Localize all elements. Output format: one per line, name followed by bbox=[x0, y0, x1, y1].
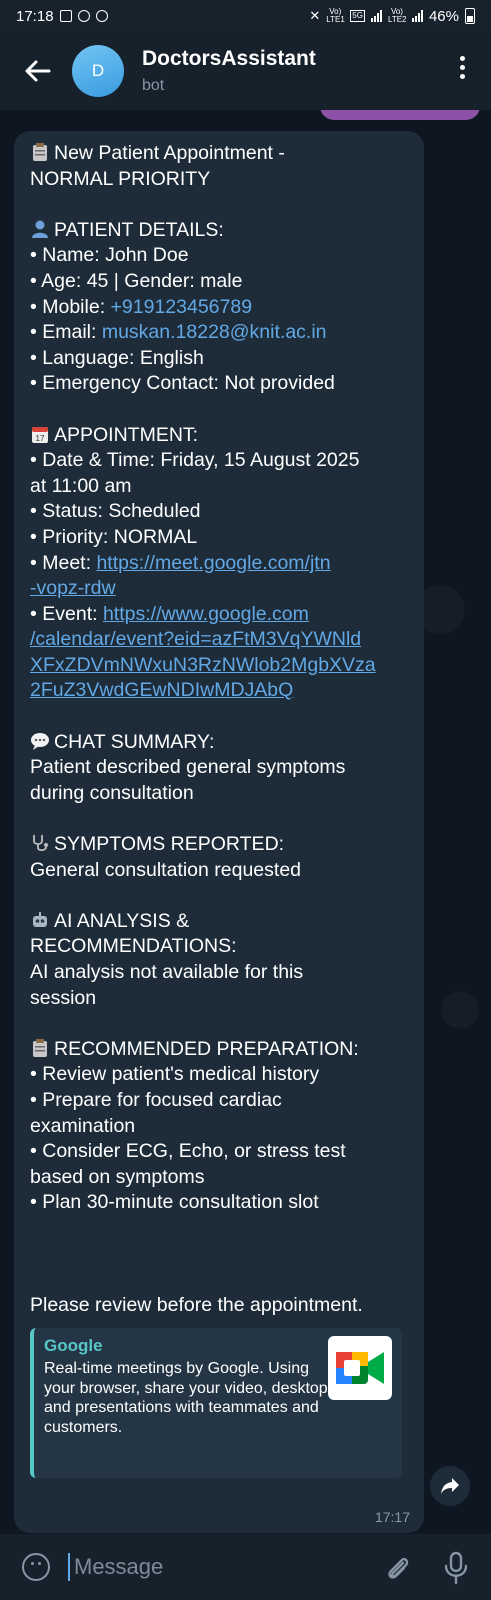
chat-area[interactable]: New Patient Appointment - NORMAL PRIORIT… bbox=[0, 110, 491, 1534]
stethoscope-icon bbox=[33, 835, 48, 852]
patient-language: • Language: English bbox=[30, 346, 204, 369]
avatar-letter: D bbox=[91, 61, 105, 80]
gallery-notification-icon bbox=[59, 10, 72, 22]
attach-icon[interactable] bbox=[383, 1554, 413, 1584]
ai-text-2: session bbox=[30, 986, 97, 1009]
person-icon bbox=[32, 220, 48, 238]
msg-line: New Patient Appointment - bbox=[54, 142, 285, 164]
event-link-cont[interactable]: 2FuZ3VwdGEwNDIwMDJAbQ bbox=[30, 679, 293, 701]
patient-heading: PATIENT DETAILS: bbox=[54, 218, 224, 241]
emoji-icon[interactable] bbox=[22, 1553, 50, 1581]
appointment-datetime: • Date & Time: Friday, 15 August 2025 bbox=[30, 449, 360, 472]
calendar-icon: 17 bbox=[32, 426, 48, 443]
event-link-cont[interactable]: XFxZDVmNWxuN3RzNWlob2MgbXVza bbox=[30, 654, 376, 676]
status-time: 17:18 bbox=[16, 7, 54, 25]
message-bubble[interactable]: New Patient Appointment - NORMAL PRIORIT… bbox=[14, 131, 424, 1533]
meet-link-cont[interactable]: -vopz-rdw bbox=[30, 577, 116, 599]
message-input-bar bbox=[0, 1534, 491, 1600]
ai-heading: AI ANALYSIS & bbox=[54, 909, 190, 932]
message-input[interactable] bbox=[72, 1553, 356, 1581]
prep-item: • Review patient's medical history bbox=[30, 1063, 320, 1086]
appointment-heading: APPOINTMENT: bbox=[54, 423, 199, 446]
event-link[interactable]: https://www.google.com bbox=[103, 603, 309, 625]
patient-name: • Name: John Doe bbox=[30, 244, 189, 267]
chat-summary-text-2: during consultation bbox=[30, 781, 194, 804]
email-label: • Email: bbox=[30, 321, 102, 344]
svg-text:17: 17 bbox=[36, 434, 45, 443]
app-notification-icon bbox=[95, 10, 108, 22]
appointment-status: • Status: Scheduled bbox=[30, 500, 201, 523]
avatar[interactable]: D bbox=[72, 45, 124, 97]
prep-item: • Consider ECG, Echo, or stress test bbox=[30, 1140, 346, 1163]
mute-icon: ✕ bbox=[309, 8, 321, 23]
forward-icon bbox=[441, 1478, 459, 1494]
robot-icon bbox=[33, 911, 47, 927]
email-link[interactable]: muskan.18228@knit.ac.in bbox=[102, 321, 327, 343]
message-time: 17:17 bbox=[374, 1509, 410, 1525]
lte1-label: Vo) LTE1 bbox=[326, 7, 345, 24]
microphone-icon[interactable] bbox=[443, 1551, 469, 1585]
message-text: New Patient Appointment - NORMAL PRIORIT… bbox=[30, 141, 408, 1318]
back-arrow-icon bbox=[25, 60, 51, 82]
symptoms-heading: SYMPTOMS REPORTED: bbox=[54, 833, 285, 856]
link-preview[interactable]: Google Real-time meetings by Google. Usi… bbox=[30, 1328, 402, 1478]
back-button[interactable] bbox=[18, 51, 58, 91]
previous-message-bubble bbox=[320, 110, 480, 120]
google-meet-logo-icon bbox=[328, 1336, 392, 1400]
prep-item: • Prepare for focused cardiac bbox=[30, 1088, 282, 1111]
chat-title: DoctorsAssistant bbox=[142, 47, 316, 70]
net-5g-label: 5G bbox=[350, 10, 365, 22]
prep-item-cont: examination bbox=[30, 1114, 136, 1137]
chat-title-block[interactable]: DoctorsAssistant bot bbox=[142, 47, 316, 95]
appointment-priority: • Priority: NORMAL bbox=[30, 525, 198, 548]
patient-emergency: • Emergency Contact: Not provided bbox=[30, 372, 335, 395]
status-bar: 17:18 ✕ Vo) LTE1 5G Vo) LTE2 46% bbox=[0, 0, 491, 32]
forward-button[interactable] bbox=[430, 1466, 470, 1506]
signal-2-icon bbox=[411, 10, 423, 22]
battery-label: 46% bbox=[428, 7, 459, 25]
prep-item-cont: based on symptoms bbox=[30, 1165, 205, 1188]
chat-summary-text: Patient described general symptoms bbox=[30, 756, 346, 779]
chat-subtitle: bot bbox=[142, 77, 165, 94]
lte2-label: Vo) LTE2 bbox=[387, 7, 407, 24]
mobile-label: • Mobile: bbox=[30, 295, 111, 318]
signal-icon bbox=[370, 10, 382, 22]
appointment-datetime-2: at 11:00 am bbox=[30, 474, 132, 497]
chat-summary-heading: CHAT SUMMARY: bbox=[54, 730, 215, 753]
ai-text: AI analysis not available for this bbox=[30, 961, 304, 983]
ai-heading-2: RECOMMENDATIONS: bbox=[30, 935, 237, 958]
more-options-icon[interactable] bbox=[460, 56, 465, 79]
clipboard-icon bbox=[33, 143, 47, 161]
text-cursor bbox=[68, 1553, 70, 1581]
prep-item: • Plan 30-minute consultation slot bbox=[30, 1191, 319, 1214]
patient-age-gender: • Age: 45 | Gender: male bbox=[30, 269, 243, 292]
link-preview-description: Real-time meetings by Google. Using your… bbox=[44, 1360, 333, 1436]
clipboard-icon bbox=[33, 1038, 47, 1057]
meet-label: • Meet: bbox=[30, 551, 97, 574]
meet-link[interactable]: https://meet.google.com/jtn bbox=[96, 552, 330, 574]
mobile-link[interactable]: +919123456789 bbox=[111, 296, 253, 318]
speech-bubble-icon bbox=[31, 732, 49, 750]
closing-text: Please review before the appointment. bbox=[30, 1293, 363, 1316]
event-link-cont[interactable]: /calendar/event?eid=azFtM3VqYWNld bbox=[30, 628, 361, 650]
prep-heading: RECOMMENDED PREPARATION: bbox=[54, 1037, 359, 1060]
chat-header: D DoctorsAssistant bot bbox=[0, 32, 491, 110]
event-label: • Event: bbox=[30, 602, 103, 625]
whatsapp-notification-icon bbox=[77, 10, 90, 22]
symptoms-text: General consultation requested bbox=[30, 858, 302, 881]
battery-icon bbox=[465, 8, 475, 24]
msg-line: NORMAL PRIORITY bbox=[30, 167, 211, 190]
